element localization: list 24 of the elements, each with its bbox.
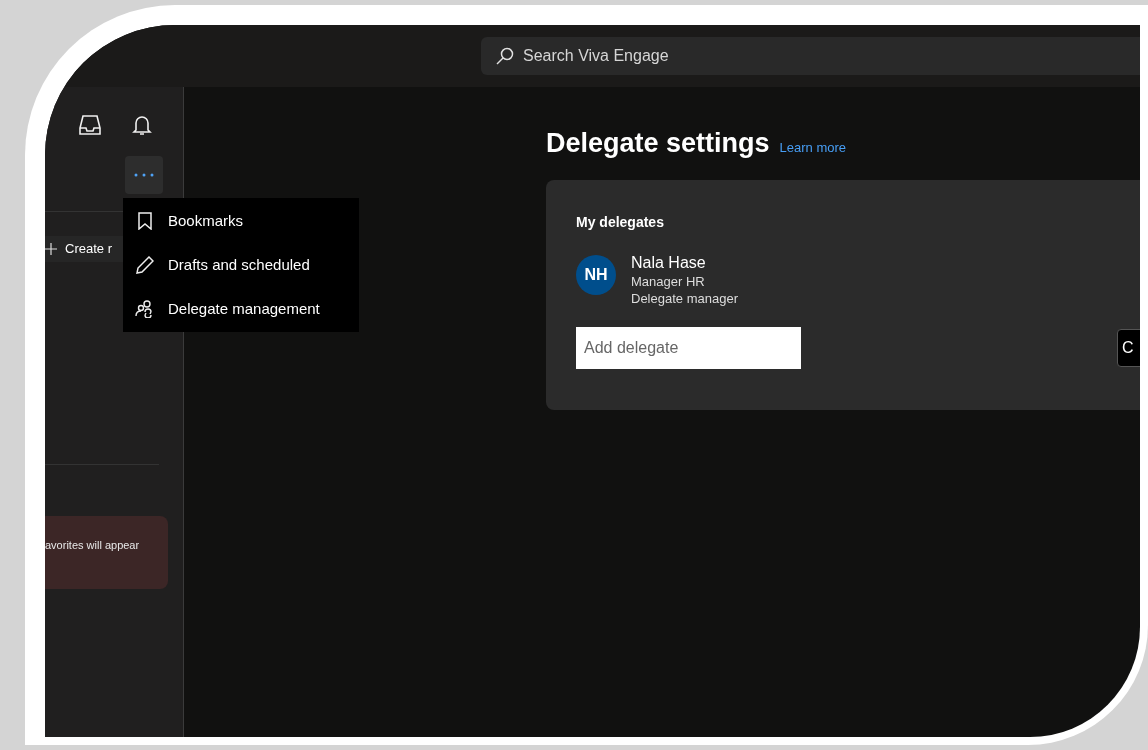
search-field[interactable]: Search Viva Engage: [481, 37, 1140, 75]
section-title: My delegates: [576, 212, 665, 232]
people-icon: [134, 300, 155, 318]
add-delegate-field[interactable]: Add delegate: [576, 326, 801, 369]
inbox-icon[interactable]: [78, 114, 102, 136]
delegate-title: Manager HR: [631, 272, 706, 290]
favorites-notice: avorites will appear: [45, 516, 168, 589]
menu-item[interactable]: Drafts and scheduled: [123, 243, 359, 287]
plus-icon: [45, 243, 57, 255]
create-button[interactable]: Create r: [45, 236, 123, 262]
search-input: Search Viva Engage: [523, 44, 923, 68]
ellipsis-icon: [134, 173, 154, 177]
bell-icon[interactable]: [132, 114, 152, 136]
avatar: NH: [576, 254, 616, 295]
action-button[interactable]: C: [1117, 328, 1140, 367]
bookmark-icon: [137, 212, 152, 230]
page-title: Delegate settings: [546, 127, 770, 160]
learn-more-link[interactable]: Learn more: [779, 138, 847, 158]
menu-item[interactable]: Bookmarks: [123, 199, 359, 243]
delegate-name: Nala Hase: [631, 252, 707, 273]
pencil-icon: [135, 256, 154, 274]
delegate-role: Delegate manager: [631, 289, 738, 307]
search-icon: [495, 46, 515, 66]
menu-item[interactable]: Delegate management: [123, 287, 359, 331]
